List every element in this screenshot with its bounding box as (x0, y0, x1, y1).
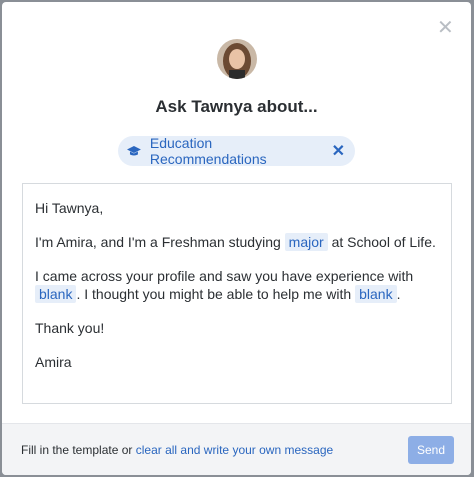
topic-chip: Education Recommendations ✕ (118, 135, 355, 167)
message-intro: I'm Amira, and I'm a Freshman studying m… (35, 233, 439, 251)
message-thanks: Thank you! (35, 320, 105, 336)
intro-text-b: at School of Life. (331, 234, 436, 250)
graduation-cap-icon (126, 146, 141, 156)
experience-placeholder[interactable]: blank (35, 285, 77, 303)
body-text-b: . I thought you might be able to help me… (76, 286, 352, 302)
close-icon[interactable]: ✕ (437, 18, 454, 38)
avatar (217, 39, 257, 79)
clear-all-link[interactable]: clear all and write your own message (136, 443, 333, 457)
footer-prefix: Fill in the template or (21, 443, 133, 457)
body-text-c: . (396, 286, 401, 302)
intro-text-a: I'm Amira, and I'm a Freshman studying (35, 234, 281, 250)
remove-topic-icon[interactable]: ✕ (332, 141, 345, 161)
send-button[interactable]: Send (408, 436, 454, 464)
message-body: I came across your profile and saw you h… (35, 267, 439, 303)
dialog-title: Ask Tawnya about... (155, 97, 318, 116)
body-text-a: I came across your profile and saw you h… (35, 268, 414, 284)
message-editor[interactable]: Hi Tawnya, I'm Amira, and I'm a Freshman… (22, 183, 452, 404)
major-placeholder[interactable]: major (284, 233, 328, 251)
message-signature: Amira (35, 354, 72, 370)
message-greeting: Hi Tawnya, (35, 200, 104, 216)
footer-text: Fill in the template or clear all and wr… (21, 443, 333, 457)
topic-label: Education Recommendations (149, 135, 267, 167)
help-placeholder[interactable]: blank (355, 285, 397, 303)
ask-dialog: ✕ Ask Tawnya about... Education Recommen… (2, 2, 471, 475)
dialog-footer: Fill in the template or clear all and wr… (2, 423, 471, 475)
